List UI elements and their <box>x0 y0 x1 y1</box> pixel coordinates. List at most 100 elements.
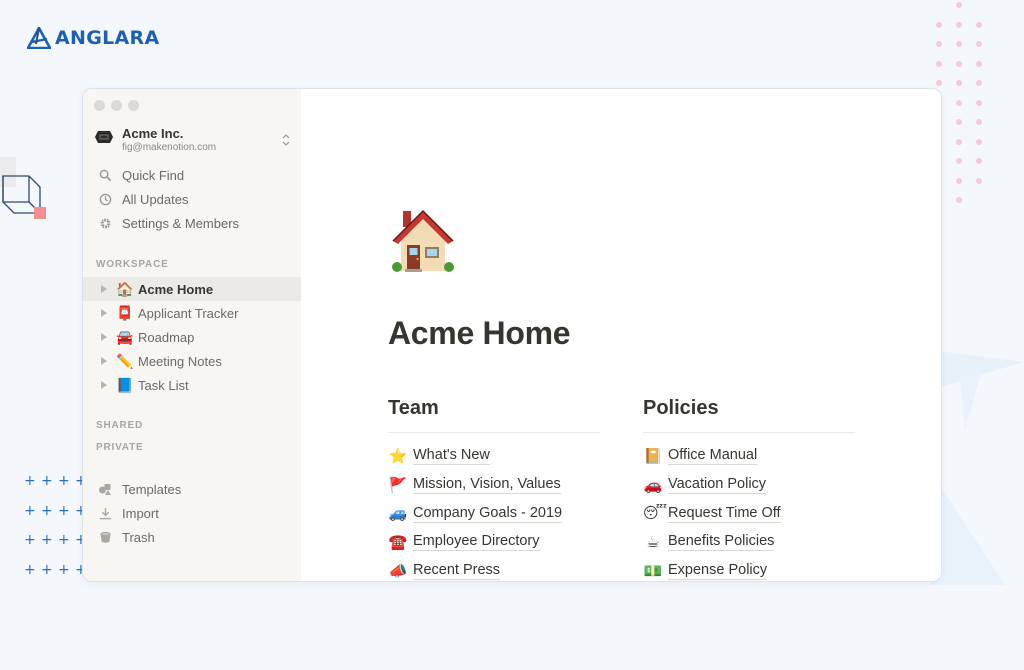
maximize-window-button[interactable] <box>128 100 139 111</box>
page-link-company-goals[interactable]: 🚙 Company Goals - 2019 <box>388 499 600 528</box>
decorative-plus: + <box>58 502 70 519</box>
pencil-icon: ✏️ <box>116 353 134 369</box>
sidebar-page-roadmap[interactable]: 🚘 Roadmap <box>83 325 301 349</box>
window-controls <box>94 100 139 111</box>
app-window: Acme Inc. fig@makenotion.com Quick Find … <box>82 88 942 582</box>
page-link-vacation-policy[interactable]: 🚗 Vacation Policy <box>643 471 855 500</box>
decorative-dot <box>976 99 982 106</box>
house-icon[interactable] <box>387 205 459 277</box>
divider <box>388 432 600 433</box>
decorative-plus: + <box>58 532 70 548</box>
decorative-plus-grid: + + + + + + + + + + + + + + + + <box>24 470 86 580</box>
decorative-dot <box>976 80 982 86</box>
expand-triangle-icon[interactable] <box>101 381 107 389</box>
decorative-plus: + <box>24 473 36 489</box>
templates-icon <box>98 482 112 496</box>
decorative-dot <box>956 60 962 67</box>
page-link-label: Benefits Policies <box>668 533 775 552</box>
decorative-dot <box>956 99 962 106</box>
decorative-plus: + <box>58 561 70 578</box>
sidebar-page-label: Meeting Notes <box>138 353 222 369</box>
close-window-button[interactable] <box>94 100 105 111</box>
decorative-dot <box>936 41 942 47</box>
page-link-recent-press[interactable]: 📣 Recent Press <box>388 557 600 581</box>
workspace-switcher[interactable]: Acme Inc. fig@makenotion.com <box>95 126 295 156</box>
policies-column: Policies 📔 Office Manual 🚗 Vacation Poli… <box>643 394 855 581</box>
chevron-up-down-icon <box>282 134 290 146</box>
sidebar-tools: Templates Import Trash <box>83 477 301 549</box>
page-link-label: Employee Directory <box>413 533 540 552</box>
decorative-plus: + <box>24 502 36 519</box>
decorative-dot <box>956 80 962 86</box>
minimize-window-button[interactable] <box>111 100 122 111</box>
page-link-expense-policy[interactable]: 💵 Expense Policy <box>643 557 855 581</box>
sidebar-page-label: Roadmap <box>138 329 195 345</box>
brand-logo: ANGLARA <box>27 27 159 49</box>
sidebar-page-label: Applicant Tracker <box>138 305 239 321</box>
section-label-workspace: WORKSPACE <box>96 259 169 270</box>
expand-triangle-icon[interactable] <box>101 309 107 317</box>
decorative-dot <box>956 138 962 145</box>
sidebar-item-label: Templates <box>122 481 182 497</box>
policies-heading: Policies <box>643 397 719 419</box>
sidebar-item-all-updates[interactable]: All Updates <box>83 187 301 211</box>
workspace-email: fig@makenotion.com <box>122 142 217 153</box>
expand-triangle-icon[interactable] <box>101 357 107 365</box>
section-label-shared[interactable]: SHARED <box>96 420 143 431</box>
sidebar-item-settings-members[interactable]: Settings & Members <box>83 211 301 235</box>
decorative-dot <box>976 158 982 164</box>
page-link-request-time-off[interactable]: 😴 Request Time Off <box>643 499 855 528</box>
page-link-label: Request Time Off <box>668 504 781 523</box>
sidebar-nav: Quick Find All Updates Settings & Member… <box>83 163 301 235</box>
money-icon: 💵 <box>643 562 663 580</box>
sidebar-item-trash[interactable]: Trash <box>83 525 301 549</box>
decorative-dot <box>976 21 982 28</box>
decorative-dot <box>976 41 982 47</box>
page-link-label: Vacation Policy <box>668 476 767 495</box>
page-link-whats-new[interactable]: ⭐ What's New <box>388 442 600 471</box>
decorative-dot <box>976 60 982 67</box>
section-label-private[interactable]: PRIVATE <box>96 442 143 453</box>
page-link-office-manual[interactable]: 📔 Office Manual <box>643 442 855 471</box>
megaphone-icon: 📣 <box>388 562 408 580</box>
page-link-benefits-policies[interactable]: ☕ Benefits Policies <box>643 528 855 557</box>
page-title[interactable]: Acme Home <box>388 315 571 352</box>
decorative-dot <box>956 2 962 8</box>
page-link-label: Office Manual <box>668 447 758 466</box>
sidebar-page-task-list[interactable]: 📘 Task List <box>83 373 301 397</box>
sidebar-page-meeting-notes[interactable]: ✏️ Meeting Notes <box>83 349 301 373</box>
anglara-logo-icon <box>27 27 51 49</box>
decorative-dot <box>976 138 982 145</box>
sidebar-page-acme-home[interactable]: 🏠 Acme Home <box>83 277 301 301</box>
sidebar-page-applicant-tracker[interactable]: 📮 Applicant Tracker <box>83 301 301 325</box>
blue-book-icon: 📘 <box>116 377 134 393</box>
import-icon <box>98 506 112 520</box>
decorative-plus: + <box>24 532 36 548</box>
decorative-dot <box>956 158 962 164</box>
brand-name: ANGLARA <box>55 27 160 49</box>
sidebar-item-import[interactable]: Import <box>83 501 301 525</box>
telephone-icon: ☎️ <box>388 533 408 551</box>
postbox-icon: 📮 <box>116 305 134 321</box>
expand-triangle-icon[interactable] <box>101 285 107 293</box>
notebook-icon: 📔 <box>643 447 663 465</box>
expand-triangle-icon[interactable] <box>101 333 107 341</box>
workspace-name: Acme Inc. <box>122 126 184 141</box>
star-icon: ⭐ <box>388 447 408 465</box>
decorative-plus: + <box>24 561 36 578</box>
workspace-logo-icon <box>95 131 113 143</box>
sidebar-item-templates[interactable]: Templates <box>83 477 301 501</box>
page-link-employee-directory[interactable]: ☎️ Employee Directory <box>388 528 600 557</box>
sidebar-item-quick-find[interactable]: Quick Find <box>83 163 301 187</box>
gear-icon <box>98 216 112 230</box>
decorative-plus: + <box>41 532 53 548</box>
sidebar-item-label: Trash <box>122 529 155 545</box>
page-link-label: Mission, Vision, Values <box>413 476 561 495</box>
workspace-pages: 🏠 Acme Home 📮 Applicant Tracker 🚘 Roadma… <box>83 277 301 397</box>
decorative-dot <box>956 177 962 184</box>
page-link-label: What's New <box>413 447 490 466</box>
page-link-mission-vision-values[interactable]: 🚩 Mission, Vision, Values <box>388 471 600 500</box>
decorative-plus: + <box>41 473 53 489</box>
decorative-dot <box>956 41 962 47</box>
sleeping-face-icon: 😴 <box>643 505 668 523</box>
